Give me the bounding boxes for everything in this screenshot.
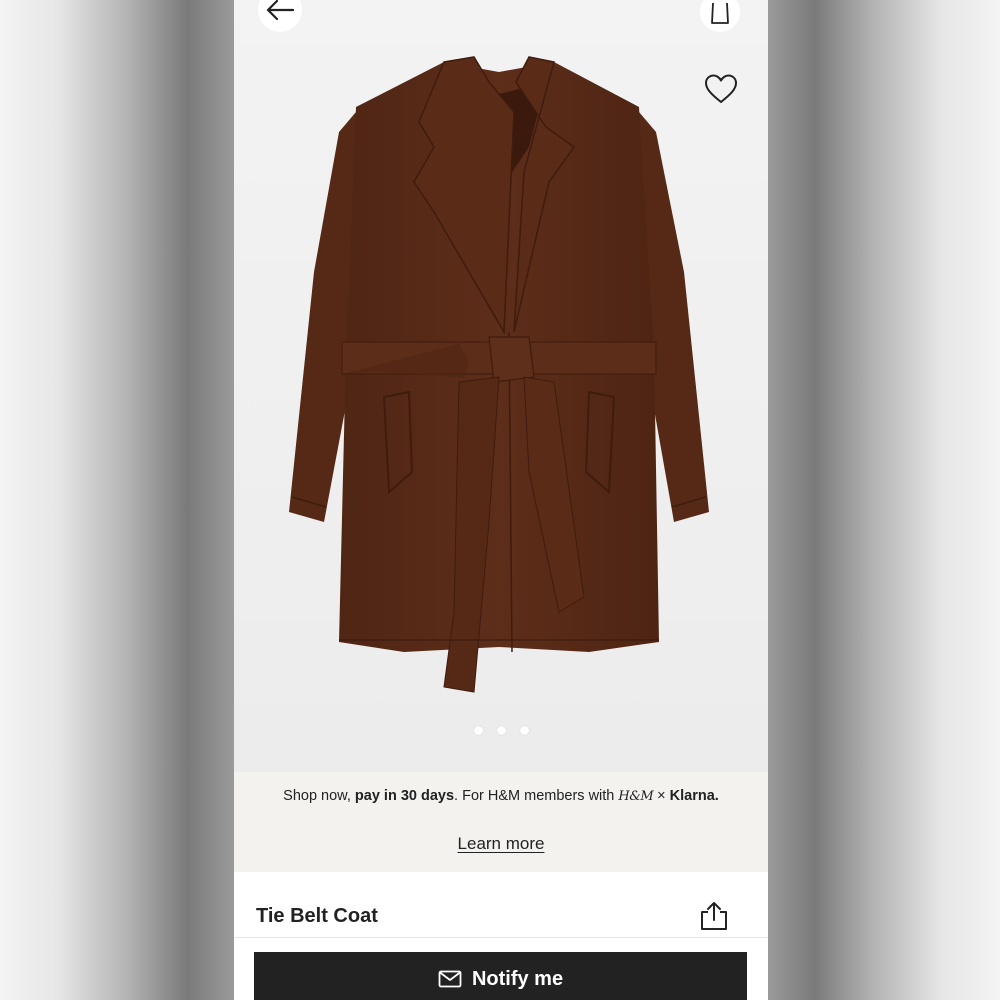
shopping-bag-button[interactable] — [700, 0, 740, 32]
carousel-dot[interactable] — [496, 726, 506, 735]
envelope-icon — [438, 970, 462, 988]
divider — [234, 937, 768, 938]
arrow-left-icon — [266, 0, 295, 21]
carousel-dot-active[interactable] — [473, 726, 483, 735]
back-button[interactable] — [258, 0, 302, 32]
shopping-bag-icon — [711, 2, 729, 24]
learn-more-link[interactable]: Learn more — [234, 834, 768, 854]
klarna-text-bold: pay in 30 days — [354, 788, 455, 804]
klarna-banner: Shop now, pay in 30 days. For H&M member… — [234, 772, 768, 872]
notify-me-label: Notify me — [471, 967, 564, 990]
klarna-promo-text: Shop now, pay in 30 days. For H&M member… — [234, 788, 768, 804]
carousel-indicator — [234, 726, 768, 735]
share-icon — [701, 902, 727, 930]
favorite-button[interactable] — [700, 68, 742, 110]
backdrop-right — [768, 0, 1000, 1000]
klarna-logo: Klarna. — [669, 788, 719, 804]
klarna-text-prefix: Shop now, — [283, 788, 355, 804]
product-image — [289, 56, 709, 693]
backdrop-left — [0, 0, 234, 1000]
heart-icon — [705, 74, 737, 103]
product-page: Shop now, pay in 30 days. For H&M member… — [234, 0, 768, 1000]
carousel-dot[interactable] — [519, 726, 529, 735]
product-title: Tie Belt Coat — [256, 905, 378, 927]
notify-me-button[interactable]: Notify me — [254, 952, 747, 1000]
times-symbol: × — [657, 788, 666, 804]
klarna-text-middle: . For H&M members with — [454, 788, 619, 804]
product-image-carousel[interactable] — [234, 0, 768, 772]
share-button[interactable] — [696, 898, 732, 934]
hm-logo: H&M — [618, 789, 654, 804]
